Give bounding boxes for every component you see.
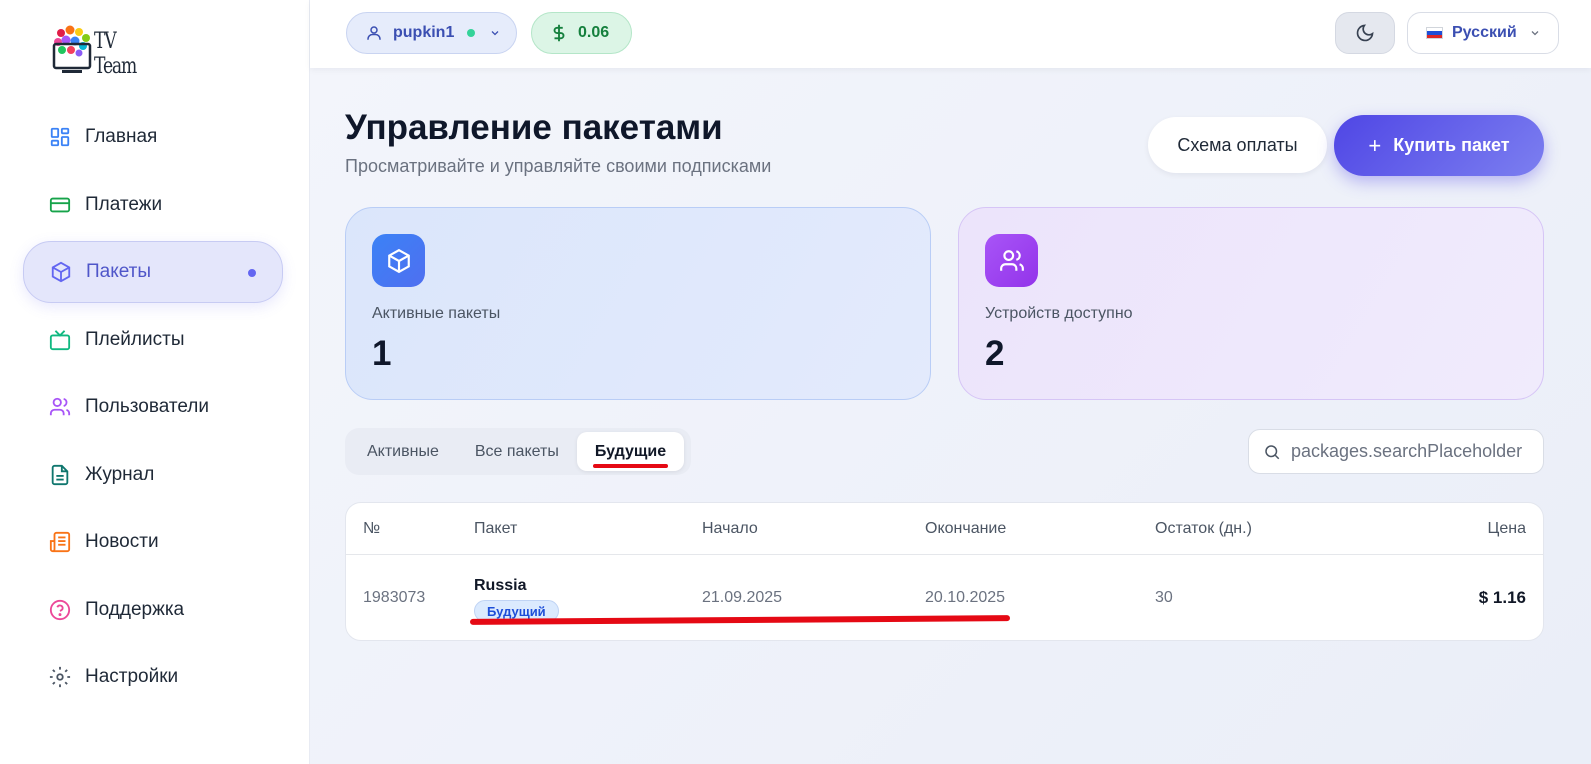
active-indicator-dot	[248, 269, 256, 277]
russia-flag-icon	[1426, 27, 1443, 39]
days-left: 30	[1155, 589, 1173, 606]
package-icon	[50, 261, 72, 283]
tv-logo-icon	[52, 24, 96, 76]
sidebar-item-users[interactable]: Пользователи	[23, 376, 283, 438]
sidebar-item-label: Главная	[85, 126, 158, 147]
package-filter-tabs: Активные Все пакеты Будущие	[345, 428, 691, 475]
tab-upcoming[interactable]: Будущие	[576, 432, 685, 471]
stat-value: 2	[985, 334, 1005, 373]
username: pupkin1	[393, 24, 455, 41]
chevron-down-icon	[1529, 27, 1541, 39]
users-icon	[49, 396, 71, 418]
credit-card-icon	[49, 194, 71, 216]
page-title: Управление пакетами	[345, 108, 723, 147]
plus-icon: +	[1368, 132, 1382, 158]
active-packages-card: Активные пакеты 1	[345, 207, 931, 400]
theme-toggle-button[interactable]	[1335, 12, 1395, 54]
tab-label: Будущие	[594, 442, 667, 460]
table-row[interactable]: 1983073 Russia Будущий 21.09.2025 20.10.…	[346, 555, 1543, 640]
buy-package-label: Купить пакет	[1393, 135, 1510, 155]
users-icon	[985, 234, 1038, 287]
sidebar-item-label: Пользователи	[85, 396, 210, 417]
sidebar-item-label: Пакеты	[86, 261, 152, 282]
sidebar-item-payments[interactable]: Платежи	[23, 174, 283, 236]
brand-name: TV Team	[94, 29, 137, 79]
user-menu-button[interactable]: pupkin1	[346, 12, 517, 54]
document-icon	[49, 464, 71, 486]
package-name: Russia	[474, 577, 527, 594]
sidebar-item-home[interactable]: Главная	[23, 106, 283, 168]
user-icon	[365, 24, 383, 42]
sidebar-item-label: Платежи	[85, 193, 163, 215]
table-header: № Пакет Начало Окончание Остаток (дн.) Ц…	[346, 503, 1543, 555]
package-search	[1248, 429, 1544, 474]
newspaper-icon	[49, 531, 71, 553]
sidebar-item-label: Поддержка	[85, 598, 185, 620]
dashboard-icon	[49, 126, 71, 148]
chevron-down-icon	[489, 27, 501, 39]
sidebar-item-news[interactable]: Новости	[23, 511, 283, 573]
stat-value: 1	[372, 334, 392, 373]
search-input[interactable]	[1291, 441, 1531, 462]
end-date: 20.10.2025	[925, 589, 1006, 606]
package-price: $ 1.16	[1478, 588, 1526, 607]
column-header-number: №	[363, 520, 381, 537]
package-id: 1983073	[363, 589, 426, 606]
sidebar-item-label: Плейлисты	[85, 328, 185, 350]
sidebar-item-journal[interactable]: Журнал	[23, 444, 283, 506]
search-icon	[1263, 443, 1281, 461]
dollar-icon	[550, 23, 568, 43]
column-header-days-left: Остаток (дн.)	[1155, 520, 1252, 537]
sidebar-item-support[interactable]: Поддержка	[23, 579, 283, 641]
balance-badge[interactable]: 0.06	[531, 12, 632, 54]
moon-icon	[1355, 23, 1375, 43]
buy-package-button[interactable]: + Купить пакет	[1334, 115, 1544, 176]
help-circle-icon	[49, 599, 71, 621]
sidebar-item-settings[interactable]: Настройки	[23, 646, 283, 708]
sidebar-item-packages[interactable]: Пакеты	[23, 241, 283, 303]
column-header-package: Пакет	[474, 520, 518, 537]
devices-available-card: Устройств доступно 2	[958, 207, 1544, 400]
sidebar-item-label: Новости	[85, 531, 159, 552]
brand-logo[interactable]: TV Team	[52, 22, 162, 79]
page-subtitle: Просматривайте и управляйте своими подпи…	[345, 156, 772, 176]
sidebar-nav: Главная Платежи Пакеты Плейлисты Пользов…	[23, 106, 283, 714]
language-selector[interactable]: Русский	[1407, 12, 1559, 54]
tab-all-packages[interactable]: Все пакеты	[457, 432, 577, 471]
sidebar-item-playlists[interactable]: Плейлисты	[23, 309, 283, 371]
annotation-underline	[592, 464, 669, 468]
balance-amount: 0.06	[578, 24, 610, 41]
top-bar: pupkin1 0.06 Русский	[310, 0, 1591, 68]
stat-label: Активные пакеты	[372, 305, 501, 322]
stat-label: Устройств доступно	[985, 305, 1133, 322]
sidebar-item-label: Журнал	[85, 463, 155, 485]
column-header-end: Окончание	[925, 520, 1007, 537]
online-status-dot	[467, 29, 476, 37]
language-label: Русский	[1452, 24, 1517, 41]
payment-scheme-button[interactable]: Схема оплаты	[1148, 117, 1327, 173]
tab-active[interactable]: Активные	[349, 432, 457, 471]
gear-icon	[49, 666, 71, 688]
sidebar: TV Team Главная Платежи Пакеты Плейлисты…	[0, 0, 310, 764]
sidebar-item-label: Настройки	[85, 666, 179, 687]
column-header-price: Цена	[1487, 520, 1526, 537]
tv-icon	[49, 329, 71, 351]
column-header-start: Начало	[702, 520, 758, 537]
start-date: 21.09.2025	[702, 589, 783, 606]
package-icon	[372, 234, 425, 287]
